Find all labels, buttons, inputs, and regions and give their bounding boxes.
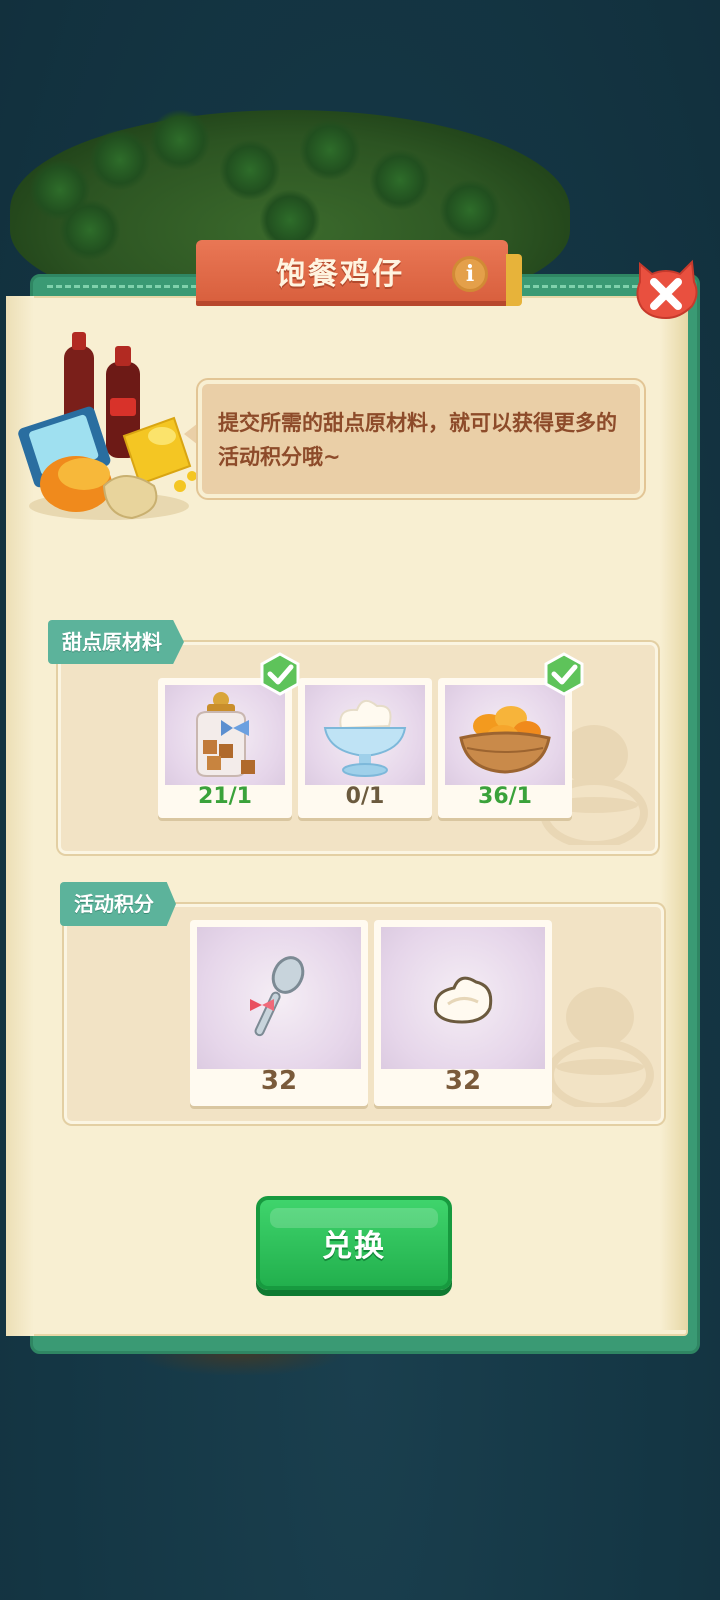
points-thumb (197, 927, 361, 1069)
mango-basket-icon (459, 706, 551, 774)
points-card-spoon[interactable]: 32 (190, 920, 368, 1106)
spoon-icon (250, 956, 305, 1037)
title-ribbon: 饱餐鸡仔 i (196, 240, 522, 306)
tip-speech-bubble: 提交所需的甜点原材料，就可以获得更多的活动积分哦~ (198, 380, 644, 498)
palm-tree (150, 110, 210, 170)
materials-section-label: 甜点原材料 (48, 620, 184, 664)
close-icon (636, 259, 698, 320)
material-thumb (305, 685, 425, 785)
material-card-mango[interactable]: 36/1 (438, 678, 572, 818)
palm-tree (60, 200, 120, 260)
exchange-button[interactable]: 兑换 (256, 1196, 452, 1290)
page-right-shade (660, 300, 686, 1330)
checkmark-icon (260, 652, 300, 696)
ribbon-bookmark-tab (506, 254, 522, 306)
points-section-label: 活动积分 (60, 882, 176, 926)
palm-tree (90, 130, 150, 190)
close-button[interactable] (632, 254, 700, 322)
material-thumb (165, 685, 285, 785)
palm-tree (300, 120, 360, 180)
whipped-cream-icon (323, 699, 407, 777)
material-card-caramel[interactable]: 21/1 (158, 678, 292, 818)
material-card-cream[interactable]: 0/1 (298, 678, 432, 818)
tip-text: 提交所需的甜点原材料，就可以获得更多的活动积分哦~ (218, 411, 617, 469)
points-count: 32 (444, 1066, 482, 1096)
caramel-jar-icon (196, 692, 255, 777)
points-count: 32 (260, 1066, 298, 1096)
snack-pile-illustration (18, 332, 197, 520)
chick-watermark-icon (546, 987, 654, 1107)
info-icon[interactable]: i (452, 256, 488, 292)
material-count: 0/1 (345, 784, 385, 809)
cream-dollop-icon (433, 976, 493, 1024)
points-card-cream[interactable]: 32 (374, 920, 552, 1106)
palm-tree (440, 180, 500, 240)
material-count: 21/1 (198, 784, 252, 809)
material-thumb (445, 685, 565, 785)
points-thumb (381, 927, 545, 1069)
material-count: 36/1 (478, 784, 532, 809)
palm-tree (370, 150, 430, 210)
checkmark-icon (544, 652, 584, 696)
panel-title: 饱餐鸡仔 (276, 256, 404, 292)
exchange-button-label: 兑换 (322, 1229, 386, 1264)
